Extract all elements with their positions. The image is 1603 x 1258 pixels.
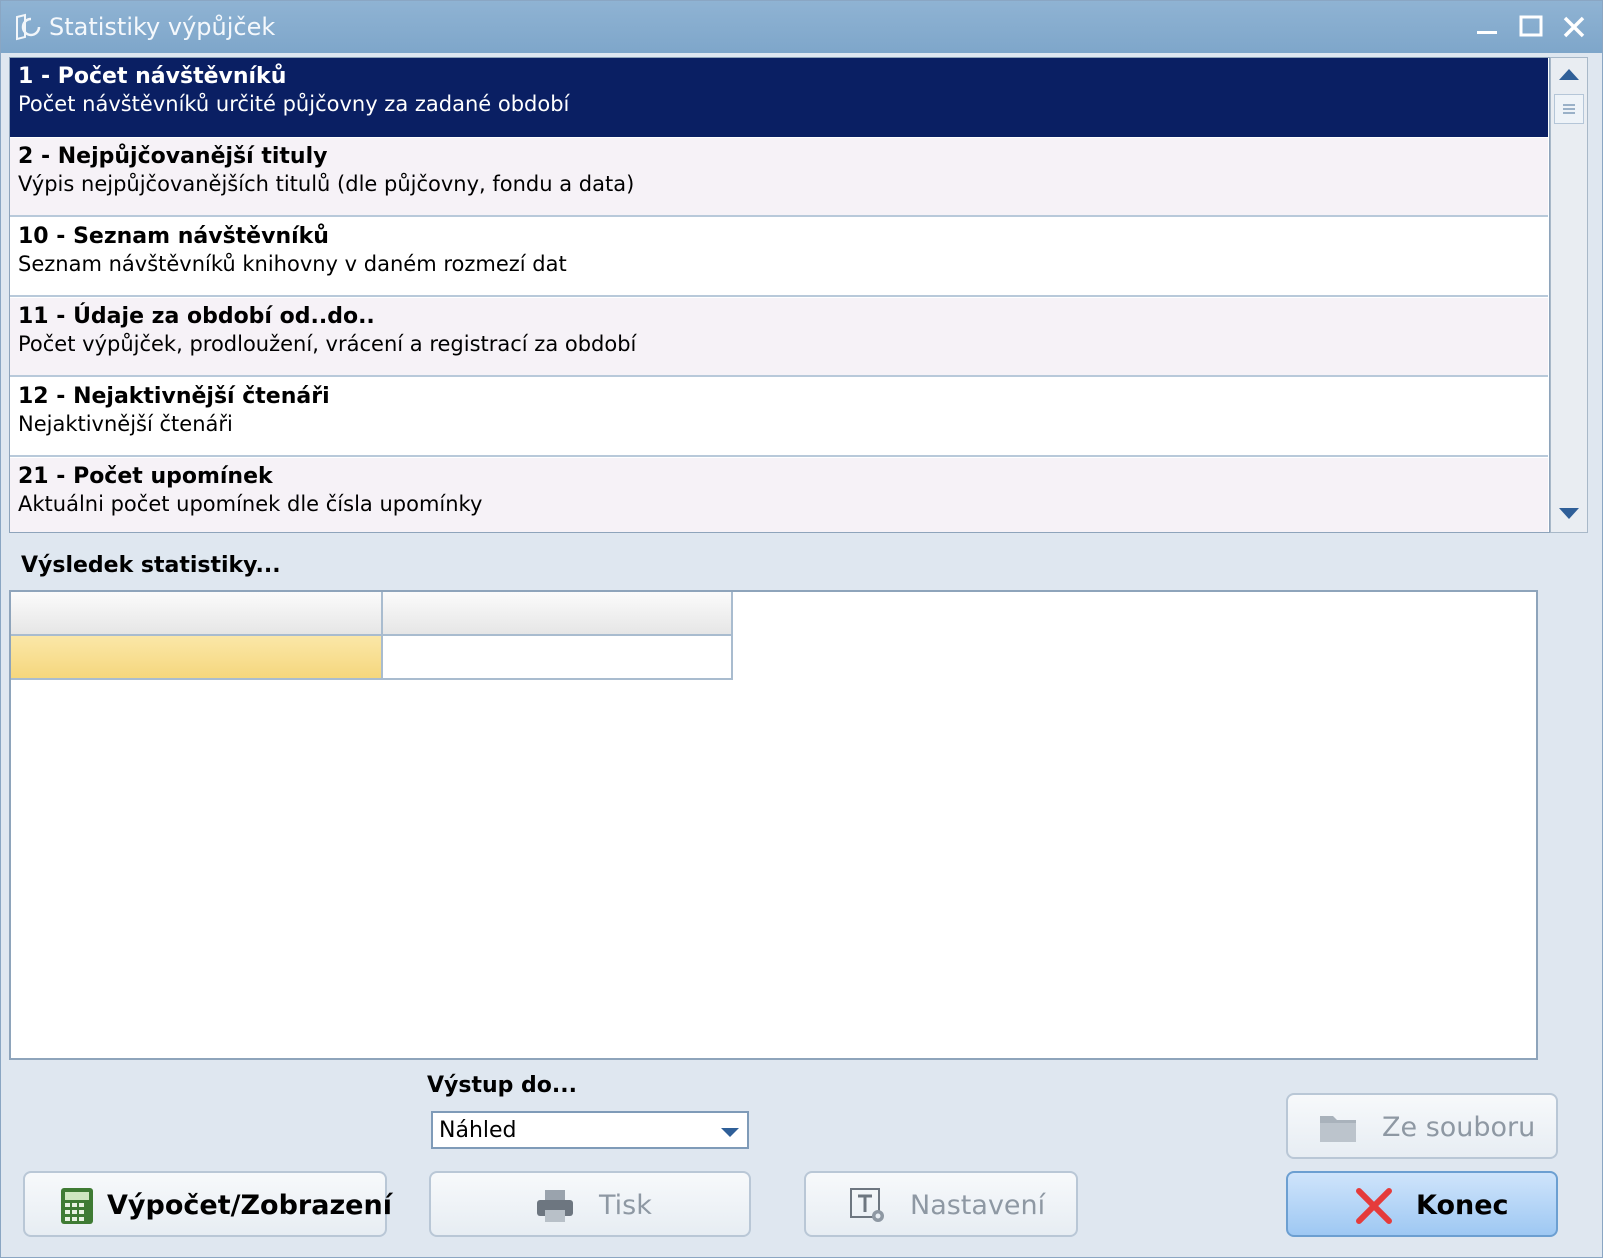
close-icon[interactable] — [1556, 9, 1592, 45]
list-item-title: 21 - Počet upomínek — [18, 464, 273, 489]
list-item-description: Počet výpůjček, prodloužení, vrácení a r… — [18, 332, 637, 356]
list-item-description: Nejaktivnější čtenáři — [18, 412, 233, 436]
result-label: Výsledek statistiky... — [21, 553, 281, 578]
grid-header-cell[interactable] — [11, 592, 383, 636]
settings-button[interactable]: Nastavení — [804, 1171, 1078, 1237]
folder-icon — [1320, 1116, 1356, 1142]
grid-cell-selected[interactable] — [11, 636, 383, 680]
settings-button-label: Nastavení — [910, 1190, 1046, 1221]
text-settings-icon — [850, 1188, 884, 1222]
list-item-description: Počet návštěvníků určité půjčovny za zad… — [18, 92, 570, 116]
list-item-description: Aktuálni počet upomínek dle čísla upomín… — [18, 492, 483, 516]
printer-icon — [537, 1190, 573, 1222]
grid-cell[interactable] — [383, 636, 733, 680]
list-item[interactable]: 10 - Seznam návštěvníků Seznam návštěvní… — [10, 218, 1548, 297]
close-button[interactable]: Konec — [1286, 1171, 1558, 1237]
list-item-description: Seznam návštěvníků knihovny v daném rozm… — [18, 252, 567, 276]
maximize-icon[interactable] — [1513, 9, 1549, 45]
close-button-label: Konec — [1416, 1190, 1509, 1221]
list-item-title: 2 - Nejpůjčovanější tituly — [18, 144, 328, 169]
statistics-window: Statistiky výpůjček 1 - Počet návštěvník… — [0, 0, 1603, 1258]
from-file-button-label: Ze souboru — [1382, 1112, 1536, 1143]
scroll-down-icon[interactable] — [1553, 498, 1585, 528]
minimize-icon[interactable] — [1469, 9, 1505, 45]
list-item[interactable]: 2 - Nejpůjčovanější tituly Výpis nejpůjč… — [10, 138, 1548, 217]
scroll-up-icon[interactable] — [1553, 60, 1585, 90]
list-item[interactable]: 12 - Nejaktivnější čtenáři Nejaktivnější… — [10, 378, 1548, 457]
calculate-button[interactable]: Výpočet/Zobrazení — [23, 1171, 392, 1237]
list-item-title: 12 - Nejaktivnější čtenáři — [18, 384, 330, 409]
print-button-label: Tisk — [599, 1190, 652, 1221]
print-button[interactable]: Tisk — [429, 1171, 751, 1237]
list-item[interactable]: 1 - Počet návštěvníků Počet návštěvníků … — [10, 58, 1548, 137]
calculator-icon — [61, 1188, 93, 1224]
output-select[interactable]: Náhled — [431, 1111, 749, 1149]
cancel-x-icon — [1356, 1188, 1392, 1224]
title-bar[interactable]: Statistiky výpůjček — [1, 1, 1602, 53]
app-logo-icon — [16, 13, 41, 41]
calculate-button-label: Výpočet/Zobrazení — [107, 1190, 392, 1221]
output-select-value: Náhled — [439, 1118, 517, 1143]
chevron-down-icon[interactable] — [719, 1121, 741, 1143]
window-title: Statistiky výpůjček — [49, 13, 276, 41]
grip-icon — [1563, 104, 1575, 114]
statistics-list: 1 - Počet návštěvníků Počet návštěvníků … — [9, 57, 1550, 533]
result-grid[interactable] — [9, 590, 1538, 1060]
list-item[interactable]: 11 - Údaje za období od..do.. Počet výpů… — [10, 298, 1548, 377]
list-item-description: Výpis nejpůjčovanějších titulů (dle půjč… — [18, 172, 635, 196]
list-item[interactable]: 21 - Počet upomínek Aktuálni počet upomí… — [10, 458, 1548, 532]
scroll-thumb[interactable] — [1554, 94, 1584, 124]
grid-header-cell[interactable] — [383, 592, 733, 636]
list-scrollbar[interactable] — [1550, 57, 1588, 533]
list-item-title: 11 - Údaje za období od..do.. — [18, 304, 375, 329]
from-file-button[interactable]: Ze souboru — [1286, 1093, 1558, 1159]
list-item-title: 10 - Seznam návštěvníků — [18, 224, 329, 249]
list-item-title: 1 - Počet návštěvníků — [18, 64, 287, 89]
output-label: Výstup do... — [427, 1073, 577, 1098]
